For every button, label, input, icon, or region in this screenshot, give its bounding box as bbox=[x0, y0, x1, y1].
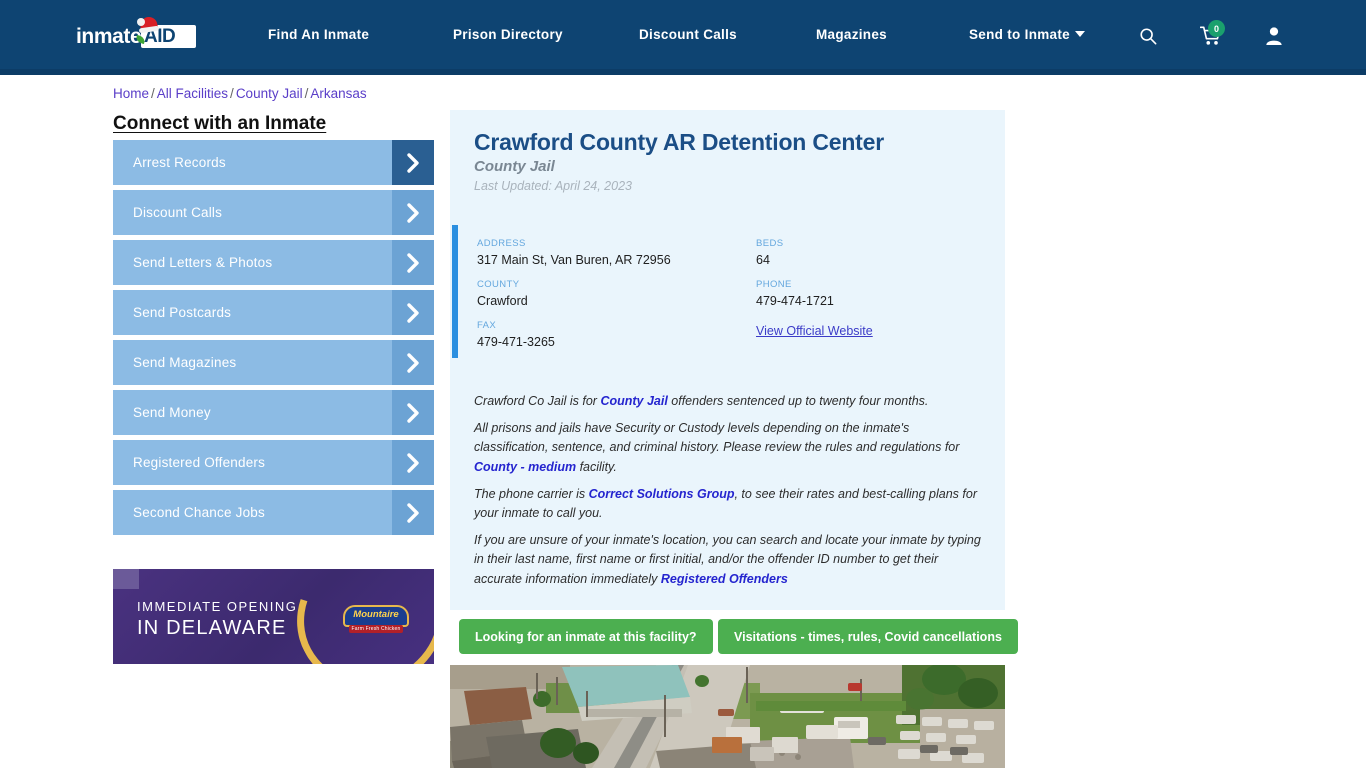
logo-text: inmate bbox=[76, 25, 142, 48]
ad-corner-accent bbox=[113, 569, 139, 589]
facility-paragraph-1: Crawford Co Jail is for County Jail offe… bbox=[474, 392, 986, 411]
sidebar-item-send-letters-photos[interactable]: Send Letters & Photos bbox=[113, 240, 434, 285]
facility-paragraph-2: All prisons and jails have Security or C… bbox=[474, 419, 986, 477]
info-label-beds: BEDS bbox=[756, 238, 784, 249]
sidebar-item-label: Send Magazines bbox=[133, 355, 237, 370]
sidebar-item-discount-calls[interactable]: Discount Calls bbox=[113, 190, 434, 235]
site-logo[interactable]: inmate AID bbox=[76, 15, 196, 52]
paragraph-1-text-a: Crawford Co Jail is for bbox=[474, 394, 601, 408]
sidebar-item-arrest-records[interactable]: Arrest Records bbox=[113, 140, 434, 185]
sidebar-item-label: Second Chance Jobs bbox=[133, 505, 265, 520]
info-field-county: COUNTY Crawford bbox=[477, 279, 528, 308]
chevron-right-icon bbox=[392, 390, 434, 435]
mountaire-logo: Mountaire Farm Fresh Chicken bbox=[341, 601, 413, 637]
sidebar-item-label: Registered Offenders bbox=[133, 455, 266, 470]
sidebar-item-label: Discount Calls bbox=[133, 205, 223, 220]
info-label-address: ADDRESS bbox=[477, 238, 526, 249]
aerial-facility-photo bbox=[450, 665, 1005, 768]
paragraph-2-text-a: All prisons and jails have Security or C… bbox=[474, 421, 960, 455]
ad-brand-tagline: Farm Fresh Chicken bbox=[351, 626, 401, 632]
breadcrumb-item-all-facilities[interactable]: All Facilities bbox=[157, 86, 228, 101]
info-field-fax: FAX 479-471-3265 bbox=[477, 320, 555, 349]
info-label-county: COUNTY bbox=[477, 279, 520, 290]
breadcrumb: Home / All Facilities / County Jail / Arkansas bbox=[113, 86, 367, 101]
info-value-phone: 479-474-1721 bbox=[756, 294, 834, 308]
registered-offenders-link[interactable]: Registered Offenders bbox=[661, 572, 788, 586]
info-value-county: Crawford bbox=[477, 294, 528, 308]
chevron-down-icon bbox=[1074, 31, 1085, 37]
breadcrumb-item-arkansas[interactable]: Arkansas bbox=[310, 86, 366, 101]
cart-count-badge: 0 bbox=[1208, 20, 1225, 37]
sidebar-item-second-chance-jobs[interactable]: Second Chance Jobs bbox=[113, 490, 434, 535]
chevron-right-icon bbox=[392, 290, 434, 335]
chevron-right-icon bbox=[392, 190, 434, 235]
nav-magazines[interactable]: Magazines bbox=[816, 27, 887, 42]
info-field-website: View Official Website bbox=[756, 322, 873, 340]
info-accent-bar bbox=[452, 225, 458, 358]
info-field-beds: BEDS 64 bbox=[756, 238, 783, 267]
paragraph-3-text-a: The phone carrier is bbox=[474, 487, 589, 501]
county-jail-link[interactable]: County Jail bbox=[600, 394, 667, 408]
facility-paragraph-4: If you are unsure of your inmate's locat… bbox=[474, 531, 986, 589]
nav-discount-calls[interactable]: Discount Calls bbox=[639, 27, 737, 42]
breadcrumb-separator: / bbox=[151, 86, 155, 101]
santa-hat-icon bbox=[137, 15, 161, 37]
sidebar-heading: Connect with an Inmate bbox=[113, 113, 327, 134]
chevron-right-icon bbox=[392, 490, 434, 535]
breadcrumb-separator: / bbox=[230, 86, 234, 101]
sidebar-item-label: Arrest Records bbox=[133, 155, 226, 170]
info-field-address: ADDRESS 317 Main St, Van Buren, AR 72956 bbox=[477, 238, 671, 267]
info-label-phone: PHONE bbox=[756, 279, 792, 290]
chevron-right-icon bbox=[392, 340, 434, 385]
ad-headline-line1: IMMEDIATE OPENING bbox=[137, 599, 298, 614]
nav-send-to-inmate[interactable]: Send to Inmate bbox=[969, 27, 1085, 42]
facility-paragraph-3: The phone carrier is Correct Solutions G… bbox=[474, 485, 986, 524]
info-label-fax: FAX bbox=[477, 320, 497, 331]
info-value-fax: 479-471-3265 bbox=[477, 335, 555, 349]
sidebar-item-send-postcards[interactable]: Send Postcards bbox=[113, 290, 434, 335]
nav-prison-directory[interactable]: Prison Directory bbox=[453, 27, 563, 42]
view-official-website-link[interactable]: View Official Website bbox=[756, 324, 873, 338]
navbar-bottom-strip bbox=[0, 69, 1366, 75]
sidebar-item-label: Send Postcards bbox=[133, 305, 232, 320]
sidebar-item-label: Send Letters & Photos bbox=[133, 255, 273, 270]
chevron-right-icon bbox=[392, 240, 434, 285]
sidebar-item-send-money[interactable]: Send Money bbox=[113, 390, 434, 435]
sidebar-item-send-magazines[interactable]: Send Magazines bbox=[113, 340, 434, 385]
info-value-beds: 64 bbox=[756, 253, 770, 267]
ad-headline-line2: IN DELAWARE bbox=[137, 617, 287, 639]
chevron-right-icon bbox=[392, 440, 434, 485]
ad-brand-name: Mountaire bbox=[353, 609, 399, 620]
user-icon[interactable] bbox=[1265, 26, 1283, 46]
info-value-address: 317 Main St, Van Buren, AR 72956 bbox=[477, 253, 671, 267]
sidebar-item-registered-offenders[interactable]: Registered Offenders bbox=[113, 440, 434, 485]
find-inmate-button[interactable]: Looking for an inmate at this facility? bbox=[459, 619, 713, 654]
page-title: Crawford County AR Detention Center bbox=[474, 129, 884, 155]
chevron-right-icon bbox=[392, 140, 434, 185]
sidebar-item-label: Send Money bbox=[133, 405, 211, 420]
breadcrumb-item-county-jail[interactable]: County Jail bbox=[236, 86, 303, 101]
correct-solutions-group-link[interactable]: Correct Solutions Group bbox=[589, 487, 735, 501]
paragraph-2-text-b: facility. bbox=[576, 459, 617, 474]
nav-find-an-inmate[interactable]: Find An Inmate bbox=[268, 27, 369, 42]
last-updated-text: Last Updated: April 24, 2023 bbox=[474, 179, 632, 193]
visitations-button[interactable]: Visitations - times, rules, Covid cancel… bbox=[718, 619, 1018, 654]
sidebar-advertisement[interactable]: IMMEDIATE OPENING IN DELAWARE Mountaire … bbox=[113, 569, 434, 664]
search-icon[interactable] bbox=[1139, 27, 1157, 45]
paragraph-1-text-b: offenders sentenced up to twenty four mo… bbox=[667, 394, 929, 408]
county-medium-link[interactable]: County - medium bbox=[474, 460, 576, 474]
info-field-phone: PHONE 479-474-1721 bbox=[756, 279, 834, 308]
facility-type: County Jail bbox=[474, 158, 555, 175]
breadcrumb-item-home[interactable]: Home bbox=[113, 86, 149, 101]
nav-send-to-inmate-label: Send to Inmate bbox=[969, 27, 1070, 42]
